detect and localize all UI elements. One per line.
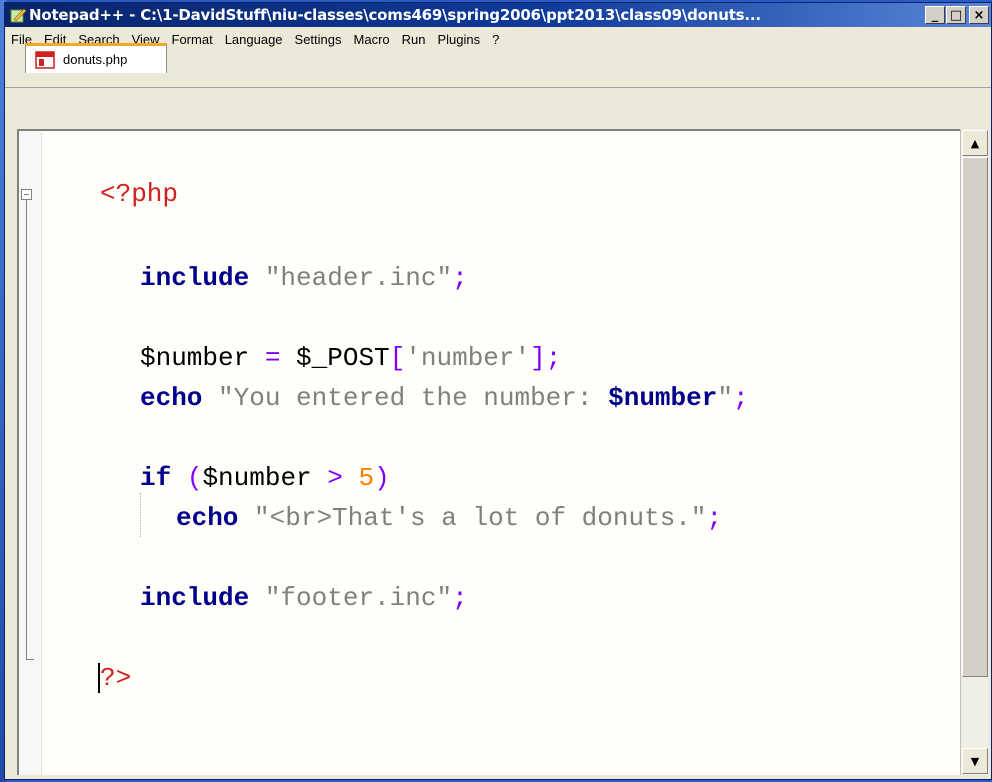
semicolon: ; <box>706 503 723 533</box>
tab-donuts-php[interactable]: donuts.php <box>25 43 167 73</box>
array-key: 'number' <box>405 343 531 373</box>
php-open-tag: <?php <box>100 179 179 209</box>
menu-macro[interactable]: Macro <box>348 32 396 47</box>
minimize-button[interactable]: _ <box>925 6 945 24</box>
string-close-quote: " <box>717 383 733 413</box>
notepad-plus-plus-icon <box>10 8 27 23</box>
variable-number: $number <box>140 343 250 373</box>
keyword-echo: echo <box>140 383 203 413</box>
menu-language[interactable]: Language <box>219 32 289 47</box>
string-literal: "footer.inc" <box>264 583 453 613</box>
notepad-plus-plus-window: Notepad++ - C:\1-DavidStuff\niu-classes\… <box>4 2 992 780</box>
bracket-open: [ <box>389 343 406 373</box>
menu-run[interactable]: Run <box>396 32 432 47</box>
operator-greater: > <box>327 463 343 493</box>
string-literal: "You entered the number: <box>218 383 609 413</box>
scroll-down-button[interactable]: ▼ <box>962 748 988 774</box>
semicolon: ; <box>452 583 468 613</box>
fold-margin <box>19 131 41 775</box>
window-title: Notepad++ - C:\1-DavidStuff\niu-classes\… <box>29 6 761 24</box>
paren-close: ) <box>374 463 390 493</box>
string-literal: "header.inc" <box>264 263 453 293</box>
number-literal: 5 <box>358 463 375 493</box>
keyword-echo: echo <box>176 503 239 533</box>
php-close-tag: ?> <box>100 663 132 693</box>
tab-label: donuts.php <box>63 52 128 67</box>
close-button[interactable]: × <box>969 6 989 24</box>
semicolon: ; <box>452 263 468 293</box>
vertical-scrollbar[interactable]: ▲ ▼ <box>960 129 989 775</box>
maximize-button[interactable]: □ <box>946 6 966 24</box>
fold-collapse-icon[interactable] <box>21 189 32 200</box>
paren-open: ( <box>186 463 203 493</box>
semicolon: ; <box>732 383 749 413</box>
bracket-close: ] <box>530 343 546 373</box>
variable-post: $_POST <box>296 343 390 373</box>
fold-line <box>26 200 27 660</box>
code-line-2: include "header.inc"; <box>140 263 468 293</box>
operator-assign: = <box>264 343 281 373</box>
menu-settings[interactable]: Settings <box>289 32 348 47</box>
menu-plugins[interactable]: Plugins <box>432 32 487 47</box>
fold-end-marker <box>26 659 34 660</box>
php-file-icon <box>35 50 55 69</box>
code-line-3: $number = $_POST['number']; <box>140 343 561 373</box>
code-line-5: if ($number > 5) <box>140 463 390 493</box>
scroll-up-button[interactable]: ▲ <box>962 130 988 156</box>
menu-help[interactable]: ? <box>486 32 505 47</box>
code-line-8: ?> <box>100 663 131 693</box>
keyword-include: include <box>140 583 250 613</box>
indent-guide <box>140 493 141 537</box>
menu-format[interactable]: Format <box>166 32 219 47</box>
interpolated-variable: $number <box>608 383 718 413</box>
code-line-7: include "footer.inc"; <box>140 583 468 613</box>
semicolon: ; <box>545 343 562 373</box>
keyword-if: if <box>140 463 172 493</box>
code-line-1: <?php <box>100 179 178 209</box>
code-line-6: echo "<br>That's a lot of donuts."; <box>176 503 722 533</box>
scroll-thumb[interactable] <box>962 157 988 677</box>
string-literal: "<br>That's a lot of donuts." <box>254 503 707 533</box>
text-caret <box>98 663 100 693</box>
title-bar[interactable]: Notepad++ - C:\1-DavidStuff\niu-classes\… <box>5 3 991 27</box>
code-text-area[interactable]: <?php include "header.inc"; $number = $_… <box>41 133 961 775</box>
variable-number: $number <box>202 463 312 493</box>
keyword-include: include <box>140 263 250 293</box>
code-line-4: echo "You entered the number: $number"; <box>140 383 749 413</box>
code-editor[interactable]: <?php include "header.inc"; $number = $_… <box>17 129 961 775</box>
